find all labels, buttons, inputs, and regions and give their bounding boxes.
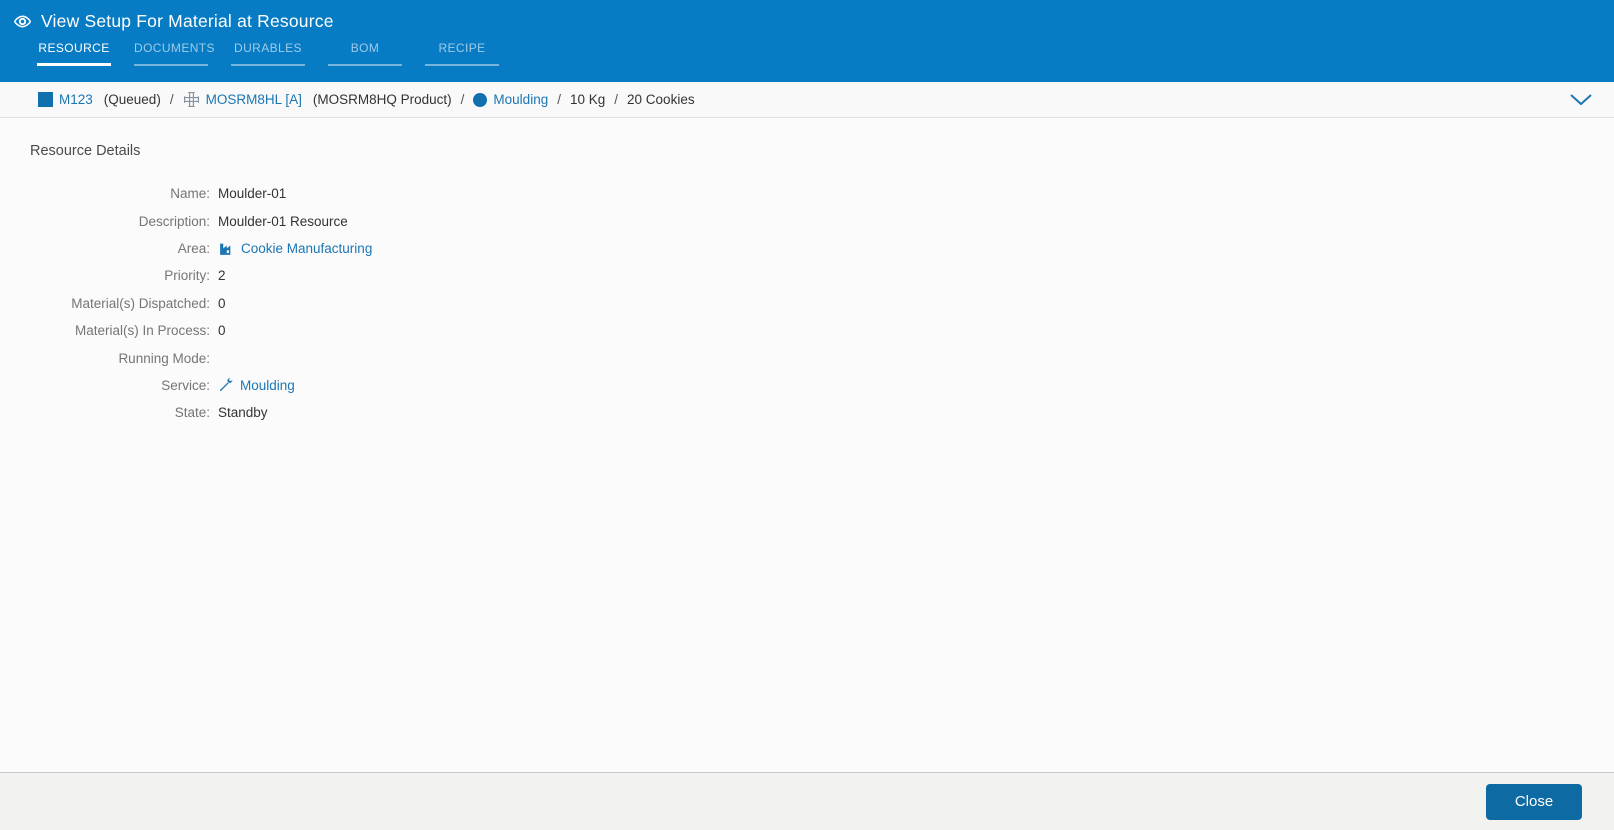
breadcrumb-flow: MOSRM8HL [A] (MOSRM8HQ Product) — [183, 91, 452, 108]
field-service: Service: Moulding — [30, 372, 1614, 399]
field-label: Priority: — [164, 268, 210, 284]
field-value: 2 — [218, 268, 226, 284]
field-description: Description: Moulder-01 Resource — [30, 207, 1614, 234]
breadcrumb-separator: / — [557, 92, 561, 107]
field-state: State: Standby — [30, 399, 1614, 426]
field-value: 0 — [218, 295, 226, 311]
section-title: Resource Details — [30, 143, 141, 159]
field-label: Material(s) Dispatched: — [71, 295, 210, 311]
field-priority: Priority: 2 — [30, 262, 1614, 289]
tab-durables[interactable]: DURABLES — [231, 41, 305, 66]
tab-resource[interactable]: RESOURCE — [37, 41, 111, 66]
service-wrench-icon — [218, 377, 234, 393]
breadcrumb: M123 (Queued) / MOSRM8HL [A] (MOSRM8HQ P… — [0, 82, 1614, 118]
breadcrumb-separator: / — [169, 92, 174, 107]
primary-quantity: 10 Kg — [569, 92, 606, 107]
field-label: Service: — [161, 377, 210, 393]
flow-link[interactable]: MOSRM8HL [A] — [206, 92, 302, 107]
field-name: Name: Moulder-01 — [30, 180, 1614, 207]
breadcrumb-step: Moulding — [473, 92, 548, 107]
flow-product: (MOSRM8HQ Product) — [312, 92, 452, 107]
field-label: Name: — [170, 186, 210, 202]
step-circle-icon — [473, 92, 488, 107]
chevron-down-icon[interactable] — [1566, 90, 1596, 110]
field-label: Description: — [138, 213, 210, 229]
flow-junction-icon — [183, 91, 200, 108]
tab-bar: RESOURCE DOCUMENTS DURABLES BOM RECIPE — [0, 41, 1614, 66]
eye-icon — [13, 12, 32, 31]
field-label: Material(s) In Process: — [74, 323, 210, 339]
tab-bom[interactable]: BOM — [328, 41, 402, 66]
material-link[interactable]: M123 — [59, 92, 93, 107]
field-label: State: — [174, 405, 210, 421]
title-row: View Setup For Material at Resource — [0, 0, 1614, 32]
dialog-footer: Close — [0, 772, 1614, 830]
breadcrumb-separator: / — [460, 92, 465, 107]
field-label: Area: — [177, 240, 210, 256]
material-square-icon — [38, 92, 53, 107]
field-value: Moulder-01 Resource — [218, 213, 348, 229]
breadcrumb-material: M123 (Queued) — [38, 92, 161, 107]
step-link[interactable]: Moulding — [493, 92, 548, 107]
material-state: (Queued) — [103, 92, 161, 107]
field-value: Standby — [218, 405, 268, 421]
field-materials-in-process: Material(s) In Process: 0 — [30, 317, 1614, 344]
field-materials-dispatched: Material(s) Dispatched: 0 — [30, 290, 1614, 317]
secondary-quantity: 20 Cookies — [627, 92, 695, 107]
field-label: Running Mode: — [118, 350, 210, 366]
main-content: Resource Details Name: Moulder-01 Descri… — [0, 118, 1614, 772]
service-link[interactable]: Moulding — [240, 378, 295, 393]
tab-documents[interactable]: DOCUMENTS — [134, 41, 215, 66]
factory-icon — [218, 240, 235, 257]
page-title: View Setup For Material at Resource — [41, 11, 334, 31]
tab-recipe[interactable]: RECIPE — [425, 41, 499, 66]
close-button[interactable]: Close — [1486, 783, 1582, 820]
area-link[interactable]: Cookie Manufacturing — [241, 241, 372, 256]
field-running-mode: Running Mode: — [30, 344, 1614, 371]
breadcrumb-separator: / — [614, 92, 619, 107]
field-area: Area: Cookie Manufacturing — [30, 235, 1614, 262]
field-value: 0 — [218, 323, 226, 339]
dialog-header: View Setup For Material at Resource RESO… — [0, 0, 1614, 82]
view-setup-dialog: View Setup For Material at Resource RESO… — [0, 0, 1614, 830]
field-value: Moulder-01 — [218, 186, 287, 202]
